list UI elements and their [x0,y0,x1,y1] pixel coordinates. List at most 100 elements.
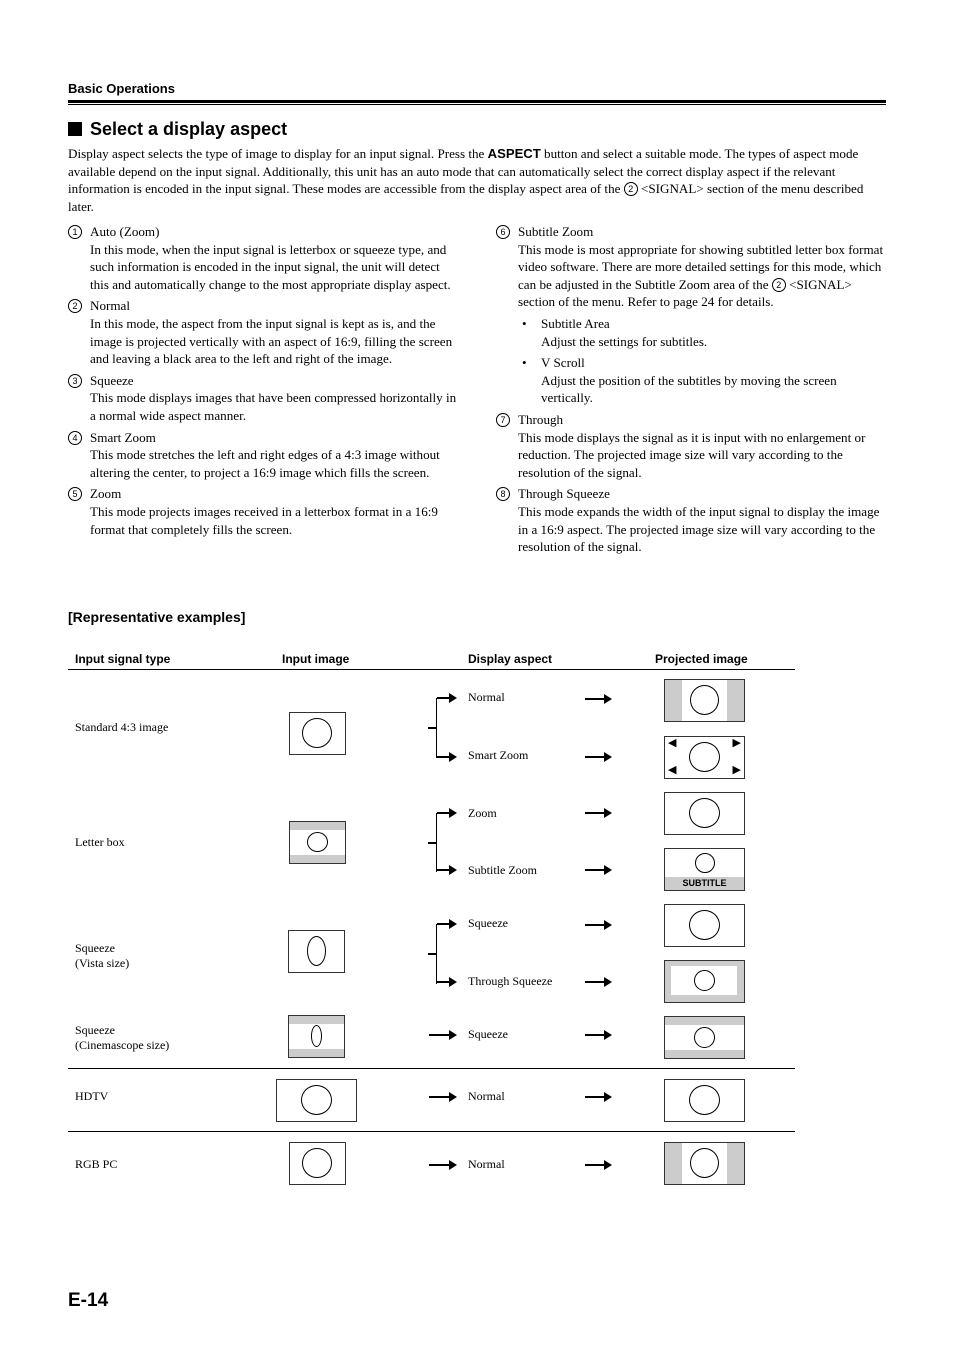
signal-type-label: Letter box [75,835,125,849]
sub-option-title: Subtitle Area [541,315,610,331]
mode-name: Zoom [90,486,122,502]
input-image-hdtv [276,1079,357,1122]
table-row-rule [68,1131,795,1132]
display-aspect-label: Squeeze [468,1027,508,1041]
side-bar [727,680,744,721]
col-header-projected-image: Projected image [655,652,748,666]
arrow-left-icon: ◀ [668,764,677,776]
mode-desc: This mode projects images received in a … [90,503,438,537]
mode-item: 5 Zoom This mode projects images received … [68,485,458,538]
mode-desc: This mode expands the width of the input… [518,503,880,555]
projected-image-through-squeeze [664,960,745,1003]
circle-shape [301,1085,332,1115]
input-image-rgb-pc [289,1142,346,1185]
signal-type-line: (Vista size) [75,956,130,970]
mode-item: 6 Subtitle Zoom This mode is most appropri… [496,223,888,407]
letterbox-bar [665,1050,744,1058]
arrow-icon [437,693,457,703]
input-image-4-3 [289,712,346,755]
ellipse-shape [307,936,326,966]
side-bar [665,1143,682,1184]
subtitle-label: SUBTITLE [682,878,727,888]
circle-shape [302,718,332,748]
projected-image-rgb-pc [664,1142,745,1185]
circled-number: 1 [68,225,82,239]
circle-shape [690,685,719,715]
mode-name: Smart Zoom [90,429,156,445]
projected-image-subtitle-zoom: SUBTITLE [664,848,745,891]
side-bar [665,680,682,721]
arrow-right-icon: ▶ [732,764,741,776]
circled-number: 4 [68,430,82,445]
display-aspect-label: Through Squeeze [468,974,553,988]
arrow-icon [437,865,457,875]
sub-option: • Subtitle Area Adjust the settings for su… [518,315,888,350]
mode-item: 1 Auto (Zoom) In this mode, when the input… [68,223,458,293]
projected-image-squeeze-cinemascope [664,1016,745,1059]
arrow-left-icon: ◀ [668,737,677,749]
letterbox-bar [289,1016,344,1024]
projected-image-squeeze [664,904,745,947]
header-rule-thin [68,104,886,105]
arrow-icon [585,1030,612,1040]
mode-item: 8 Through Squeeze This mode expands the wi… [496,485,888,555]
display-aspect-label: Subtitle Zoom [468,863,537,877]
modes-left-column: 1 Auto (Zoom) In this mode, when the input… [68,223,458,542]
letterbox-bar [290,822,345,830]
projected-image-normal [664,679,745,722]
bracket-line [436,813,437,872]
circled-number: 3 [68,373,82,388]
circle-shape [302,1148,332,1178]
circle-shape [307,832,328,852]
mode-desc: This mode displays the signal as it is i… [518,429,866,480]
col-header-display-aspect: Display aspect [468,652,553,666]
sub-option-text: Adjust the position of the subtitles by … [541,372,837,406]
mode-desc: This mode stretches the left and right e… [90,447,440,480]
intro-paragraph: Display aspect selects the type of image… [68,145,888,215]
mode-desc: This mode is most appropriate for showin… [518,241,888,311]
circled-number: 2 [771,277,786,292]
signal-type-label: Squeeze (Cinemascope size) [75,1023,169,1053]
circle-shape [690,1148,719,1178]
intro-text: Display aspect selects the type of image… [68,146,488,161]
projected-image-zoom [664,792,745,835]
circled-number: 2 [623,182,638,197]
arrow-icon [585,694,612,704]
mode-name: Squeeze [90,372,134,388]
bullet-icon: • [522,355,527,371]
page-title: Select a display aspect [68,119,287,140]
signal-type-label: RGB PC [75,1157,118,1171]
arrow-icon [585,808,612,818]
title-text: Select a display aspect [90,119,288,139]
input-image-squeeze-vista [288,930,345,973]
signal-type-line: Squeeze [75,941,115,955]
table-row-rule [68,1068,795,1069]
circle-shape [694,1027,715,1048]
circle-shape [689,798,720,828]
arrow-icon [437,977,457,987]
mode-item: 4 Smart Zoom This mode stretches the left … [68,429,458,482]
display-aspect-label: Smart Zoom [468,748,529,762]
arrow-icon [429,1160,457,1170]
signal-type-line: (Cinemascope size) [75,1038,170,1052]
projected-image-smart-zoom: ◀ ▶ ◀ ▶ [664,736,745,779]
circle-shape [689,1085,720,1115]
circled-number: 7 [496,412,510,427]
circle-shape [695,853,715,873]
modes-right-column: 6 Subtitle Zoom This mode is most appropri… [496,223,888,560]
mode-desc: In this mode, when the input signal is l… [90,241,451,292]
bracket-line [436,698,437,758]
arrow-icon [585,752,612,762]
mode-item: 2 Normal In this mode, the aspect from the… [68,297,458,367]
sub-option-title: V Scroll [541,355,585,371]
bullet-icon: • [522,315,527,331]
mode-item: 3 Squeeze This mode displays images that h… [68,372,458,425]
arrow-icon [429,1030,457,1040]
projected-image-hdtv [664,1079,745,1122]
arrow-icon [585,1092,612,1102]
arrow-icon [585,977,612,987]
circle-shape [689,910,720,940]
arrow-icon [437,808,457,818]
section-header: Basic Operations [68,81,175,96]
mode-name: Normal [90,298,130,314]
